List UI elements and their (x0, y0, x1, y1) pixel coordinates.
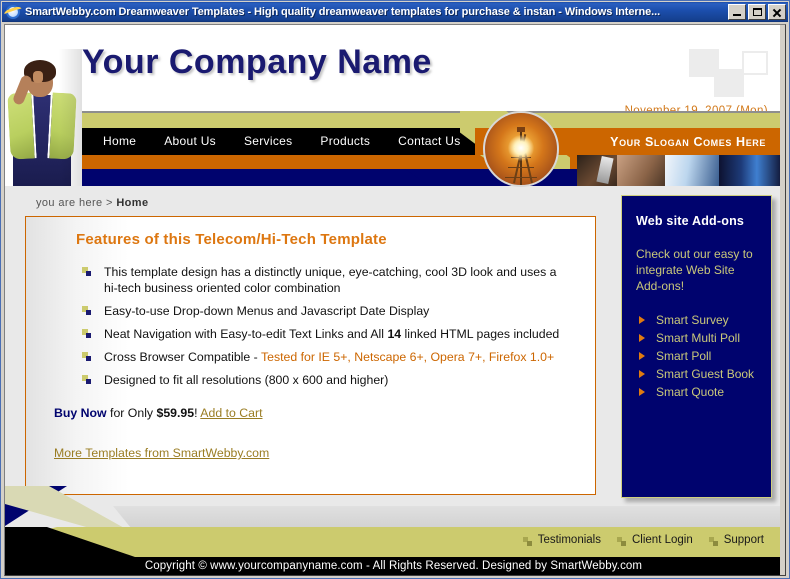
footer-link-testimonials[interactable]: Testimonials (522, 534, 601, 546)
copyright-text: Copyright © www.yourcompanyname.com - Al… (144, 560, 643, 572)
decorative-square-outline-icon (742, 51, 768, 75)
feature-text: Cross Browser Compatible - (104, 350, 261, 364)
nav-item-contact-us[interactable]: Contact Us (398, 134, 460, 148)
list-item: Neat Navigation with Easy-to-edit Text L… (82, 326, 572, 342)
list-item: Easy-to-use Drop-down Menus and Javascri… (82, 303, 572, 319)
sidebar-item-label: Smart Quote (656, 385, 725, 399)
slogan-text: Your Slogan Comes Here (610, 134, 766, 149)
square-bullet-icon (522, 537, 532, 546)
khaki-band (5, 111, 782, 128)
nav-item-home[interactable]: Home (103, 134, 136, 148)
sidebar-title: Web site Add-ons (636, 214, 745, 228)
browser-window: SmartWebby.com Dreamweaver Templates - H… (0, 0, 790, 579)
purchase-line: Buy Now for Only $59.95! Add to Cart (54, 406, 575, 420)
sidebar-item-smart-poll[interactable]: Smart Poll (638, 348, 757, 364)
window-title: SmartWebby.com Dreamweaver Templates - H… (25, 6, 661, 18)
window-titlebar: SmartWebby.com Dreamweaver Templates - H… (2, 2, 788, 22)
ie-browser-icon (3, 4, 23, 20)
arrow-right-icon (639, 388, 645, 396)
footer-link-label: Client Login (631, 534, 693, 546)
square-bullet-icon (82, 352, 92, 362)
site-footer: Testimonials Client Login Support Copyri… (5, 486, 782, 575)
arrow-right-icon (639, 316, 645, 324)
sidebar-item-label: Smart Multi Poll (656, 331, 741, 345)
footer-link-support[interactable]: Support (708, 534, 764, 546)
webpage: Your Company Name November 19, 2007 (Mon… (5, 25, 782, 575)
sidebar-item-smart-survey[interactable]: Smart Survey (638, 312, 757, 328)
addons-sidebar: Web site Add-ons Check out our easy to i… (621, 195, 772, 498)
company-name: Your Company Name (82, 43, 432, 81)
sidebar-item-label: Smart Guest Book (656, 367, 755, 381)
browser-viewport: Your Company Name November 19, 2007 (Mon… (4, 24, 786, 576)
sidebar-item-label: Smart Poll (656, 349, 712, 363)
footer-link-client-login[interactable]: Client Login (616, 534, 693, 546)
for-only-label: for Only (106, 406, 157, 420)
feature-count: 14 (387, 327, 402, 341)
breadcrumb-current: Home (116, 197, 149, 209)
feature-text: Designed to fit all resolutions (800 x 6… (104, 373, 389, 387)
footer-link-label: Support (723, 534, 764, 546)
telecom-photo-banner (577, 155, 782, 186)
sidebar-item-smart-quote[interactable]: Smart Quote (638, 384, 757, 400)
addons-list: Smart Survey Smart Multi Poll Smart Poll… (638, 312, 757, 400)
square-bullet-icon (82, 267, 92, 277)
businesswoman-photo (5, 49, 82, 186)
nav-item-about-us[interactable]: About Us (164, 134, 216, 148)
list-item: This template design has a distinctly un… (82, 264, 572, 296)
price-value: $59.95 (156, 406, 195, 420)
arrow-right-icon (639, 334, 645, 342)
square-bullet-icon (616, 537, 626, 546)
telecom-tower-icon (483, 111, 559, 187)
footer-links: Testimonials Client Login Support (522, 534, 764, 546)
page-title: Features of this Telecom/Hi-Tech Templat… (76, 231, 387, 248)
decorative-square-icon (714, 69, 744, 97)
list-item: Designed to fit all resolutions (800 x 6… (82, 372, 572, 388)
breadcrumb: you are here > Home (36, 197, 148, 209)
buy-now-label: Buy Now (54, 406, 107, 420)
square-bullet-icon (82, 306, 92, 316)
window-controls (728, 4, 786, 20)
content-panel: Features of this Telecom/Hi-Tech Templat… (25, 216, 596, 495)
sidebar-item-smart-multi-poll[interactable]: Smart Multi Poll (638, 330, 757, 346)
main-navigation: Home About Us Services Products Contact … (103, 134, 461, 148)
sidebar-item-smart-guest-book[interactable]: Smart Guest Book (638, 366, 757, 382)
maximize-button[interactable] (748, 4, 766, 20)
sidebar-description: Check out our easy to integrate Web Site… (636, 247, 753, 293)
page-body: you are here > Home Features of this Tel… (5, 186, 782, 575)
list-item: Cross Browser Compatible - Tested for IE… (82, 349, 572, 365)
arrow-right-icon (639, 370, 645, 378)
square-bullet-icon (708, 537, 718, 546)
close-button[interactable] (768, 4, 786, 20)
scroll-gutter[interactable] (780, 25, 785, 575)
feature-list: This template design has a distinctly un… (82, 264, 575, 388)
nav-item-services[interactable]: Services (244, 134, 292, 148)
square-bullet-icon (82, 375, 92, 385)
feature-text: Neat Navigation with Easy-to-edit Text L… (104, 327, 388, 341)
site-masthead: Your Company Name (5, 25, 782, 111)
feature-text: This template design has a distinctly un… (104, 265, 557, 295)
footer-link-label: Testimonials (537, 534, 601, 546)
feature-text-tail: linked HTML pages included (401, 327, 560, 341)
sidebar-item-label: Smart Survey (656, 313, 729, 327)
more-templates-link[interactable]: More Templates from SmartWebby.com (54, 446, 269, 460)
footer-grey-band (113, 506, 782, 528)
square-bullet-icon (82, 329, 92, 339)
add-to-cart-link[interactable]: Add to Cart (200, 406, 262, 420)
minimize-button[interactable] (728, 4, 746, 20)
nav-item-products[interactable]: Products (320, 134, 370, 148)
browser-support-text: Tested for IE 5+, Netscape 6+, Opera 7+,… (260, 350, 555, 364)
breadcrumb-prefix: you are here > (36, 197, 117, 209)
arrow-right-icon (639, 352, 645, 360)
feature-text: Easy-to-use Drop-down Menus and Javascri… (104, 304, 430, 318)
